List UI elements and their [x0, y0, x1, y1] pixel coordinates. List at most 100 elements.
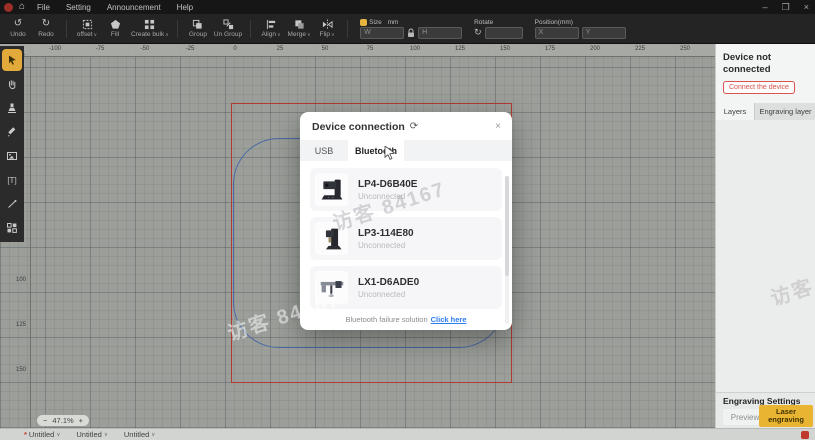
material-test-tool[interactable]: [2, 217, 22, 239]
document-tab[interactable]: * Untitled ∨: [24, 430, 60, 439]
position-y-input[interactable]: [582, 27, 626, 39]
scrollbar-thumb[interactable]: [505, 176, 509, 276]
device-list-item[interactable]: LP3-114E80 Unconnected: [310, 217, 502, 260]
connection-tabs: USB Bluetooth: [300, 140, 512, 161]
tool-strip: [T]: [0, 46, 24, 242]
toolbar-divider: [177, 20, 178, 38]
stamp-tool[interactable]: [2, 97, 22, 119]
stamp-icon: [6, 102, 18, 114]
laser-engraving-button[interactable]: Laser engraving: [759, 405, 813, 427]
ruler-left-line: [30, 44, 31, 428]
text-tool[interactable]: [T]: [2, 169, 22, 191]
flip-icon: [322, 19, 333, 30]
redo-button[interactable]: ↻ Redo: [34, 19, 58, 38]
maximize-button[interactable]: ❐: [782, 3, 790, 12]
engraving-settings-section: Engraving Settings Preview Laser engravi…: [716, 392, 815, 428]
tab-engraving-layer[interactable]: Engraving layer: [754, 103, 815, 120]
dialog-close-button[interactable]: ×: [495, 122, 501, 132]
merge-button[interactable]: Merge∨: [287, 19, 311, 38]
menu-announcement[interactable]: Announcement: [107, 3, 161, 12]
create-bulk-button[interactable]: Create bulk∨: [131, 19, 169, 38]
close-button[interactable]: ×: [804, 3, 809, 12]
zoom-in-button[interactable]: +: [79, 415, 83, 426]
device-list-item[interactable]: LP4-D6B40E Unconnected: [310, 168, 502, 211]
flip-button[interactable]: Flip∨: [315, 19, 339, 38]
device-name: LP4-D6B40E: [358, 179, 417, 190]
bluetooth-help-link[interactable]: Click here: [431, 315, 467, 324]
minimize-button[interactable]: –: [763, 3, 768, 12]
text-icon: [T]: [7, 176, 16, 185]
undo-button[interactable]: ↺ Undo: [6, 19, 30, 38]
group-icon: [192, 19, 203, 30]
material-test-icon: [6, 222, 18, 234]
document-tab[interactable]: Untitled ∨: [76, 430, 107, 439]
toolbar-divider: [66, 20, 67, 38]
undo-icon: ↺: [14, 19, 22, 30]
align-icon: [266, 19, 277, 30]
mouse-cursor: [384, 146, 396, 160]
zoom-control: − 47.1% +: [36, 414, 90, 427]
line-tool[interactable]: [2, 193, 22, 215]
pencil-icon: [6, 126, 18, 138]
ruler-tick-label: 200: [590, 46, 600, 52]
device-status-card: Device not connected Connect the device: [716, 44, 815, 103]
toolbar-divider: [347, 20, 348, 38]
title-bar: ⌂ File Setting Announcement Help – ❐ ×: [0, 0, 815, 14]
zoom-out-button[interactable]: −: [43, 415, 47, 426]
modal-scrollbar[interactable]: [505, 176, 509, 324]
image-icon: [6, 150, 18, 162]
ruler-tick-label: 50: [322, 46, 329, 52]
device-lx1-icon: [315, 271, 348, 304]
ruler-tick-label: -50: [141, 46, 150, 52]
select-tool[interactable]: [2, 49, 22, 71]
device-name: LP3-114E80: [358, 228, 414, 239]
tab-usb[interactable]: USB: [300, 140, 348, 161]
line-icon: [6, 198, 18, 210]
connect-device-button[interactable]: Connect the device: [723, 81, 795, 94]
window-controls: – ❐ ×: [763, 0, 809, 14]
document-tab[interactable]: Untitled ∨: [124, 430, 155, 439]
lock-ratio-icon[interactable]: [407, 28, 415, 38]
offset-button[interactable]: offset∨: [75, 19, 99, 38]
pen-tool[interactable]: [2, 121, 22, 143]
align-button[interactable]: Align∨: [259, 19, 283, 38]
device-list-item[interactable]: LX1-D6ADE0 Unconnected: [310, 266, 502, 309]
device-status-text: Device not: [723, 52, 809, 64]
width-input[interactable]: [360, 27, 404, 39]
position-x-input[interactable]: [535, 27, 579, 39]
device-name: LX1-D6ADE0: [358, 277, 419, 288]
toolbar-divider: [250, 20, 251, 38]
dialog-header: Device connection ⟳ ×: [300, 112, 512, 138]
fill-button[interactable]: Fill: [103, 19, 127, 38]
image-tool[interactable]: [2, 145, 22, 167]
unsaved-indicator: *: [24, 430, 27, 439]
group-button[interactable]: Group: [186, 19, 210, 38]
unit-toggle-icon[interactable]: [360, 19, 367, 26]
ruler-tick-label: 125: [16, 322, 26, 328]
ruler-tick-label: 150: [16, 367, 26, 373]
height-input[interactable]: [418, 27, 462, 39]
fill-icon: [110, 19, 121, 30]
tab-layers[interactable]: Layers: [716, 103, 754, 120]
ungroup-button[interactable]: Un Group: [214, 19, 242, 38]
rotate-icon[interactable]: ↻: [474, 27, 482, 38]
pan-tool[interactable]: [2, 73, 22, 95]
ruler-tick-label: -75: [96, 46, 105, 52]
ruler-top: -100-75-50-25025507510012515017520022525…: [0, 44, 715, 57]
menu-file[interactable]: File: [37, 3, 50, 12]
layer-tabs: Layers Engraving layer: [716, 103, 815, 120]
rotate-input[interactable]: [485, 27, 523, 39]
rotate-group: Rotate ↻: [474, 19, 523, 39]
size-group: Size mm: [360, 19, 462, 39]
ruler-tick-label: 225: [635, 46, 645, 52]
offset-icon: [82, 19, 93, 30]
home-icon[interactable]: ⌂: [19, 2, 25, 12]
position-group: Position(mm): [535, 19, 626, 39]
hand-icon: [6, 78, 18, 90]
menu-help[interactable]: Help: [177, 3, 193, 12]
device-status: Unconnected: [358, 241, 414, 250]
menu-setting[interactable]: Setting: [66, 3, 91, 12]
caret-down-icon: ∨: [104, 432, 108, 438]
ruler-tick-label: 25: [277, 46, 284, 52]
refresh-icon[interactable]: ⟳: [410, 122, 418, 132]
